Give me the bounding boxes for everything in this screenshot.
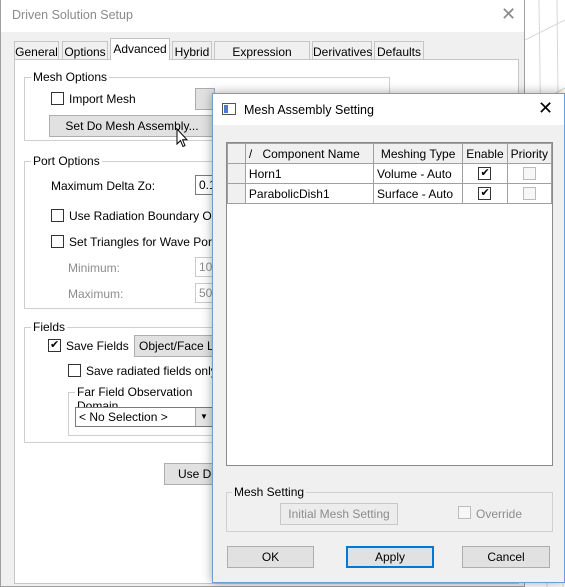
meshing-type-cell[interactable]: Volume - Auto	[373, 163, 464, 184]
component-name-cell[interactable]: ParabolicDish1	[244, 183, 375, 204]
cancel-button[interactable]: Cancel	[462, 546, 550, 568]
row-header[interactable]	[227, 163, 246, 184]
tab-label: Defaults	[376, 45, 422, 59]
enable-cell	[462, 163, 508, 184]
object-face-list-button[interactable]: Object/Face Lis	[134, 335, 216, 357]
save-fields-checkbox[interactable]	[48, 338, 61, 352]
priority-cell	[506, 183, 553, 204]
chevron-down-icon: ▼	[195, 408, 212, 426]
table-row[interactable]: ParabolicDish1 Surface - Auto	[227, 183, 553, 204]
column-header-component-name[interactable]: / Component Name	[244, 143, 375, 164]
driven-solution-setup-titlebar: Driven Solution Setup ✕	[1, 0, 524, 32]
set-triangles-checkbox[interactable]	[51, 235, 64, 248]
mesh-assembly-titlebar: Mesh Assembly Setting ✕	[213, 94, 564, 125]
driven-solution-setup-title: Driven Solution Setup	[12, 8, 133, 22]
tab-expression-cache[interactable]: Expression Cache	[214, 41, 310, 73]
import-mesh-label: Import Mesh	[69, 92, 136, 106]
tab-advanced[interactable]: Advanced	[110, 38, 170, 60]
mesh-dialog-app-icon	[222, 103, 236, 115]
tab-options[interactable]: Options	[62, 41, 108, 60]
enable-checkbox[interactable]	[478, 186, 492, 200]
enable-checkbox[interactable]	[478, 166, 492, 180]
save-radiated-fields-label: Save radiated fields only	[86, 364, 217, 378]
radiation-boundary-checkbox[interactable]	[51, 209, 64, 222]
tab-label: Derivatives	[313, 45, 373, 59]
override-checkbox[interactable]	[458, 506, 471, 519]
port-options-title: Port Options	[31, 154, 102, 168]
close-icon[interactable]: ✕	[501, 4, 516, 24]
mesh-setting-title: Mesh Setting	[232, 485, 307, 499]
far-field-selection-value: < No Selection >	[79, 410, 168, 424]
use-defaults-button[interactable]: Use De	[164, 463, 216, 485]
tab-label: Hybrid	[174, 45, 210, 59]
ok-button[interactable]: OK	[227, 546, 314, 568]
import-mesh-checkbox[interactable]	[51, 92, 64, 105]
mesh-options-title: Mesh Options	[31, 70, 110, 84]
tab-hybrid[interactable]: Hybrid	[172, 41, 212, 60]
initial-mesh-setting-button[interactable]: Initial Mesh Setting	[280, 503, 398, 525]
set-do-mesh-assembly-button[interactable]: Set Do Mesh Assembly...	[49, 115, 215, 137]
priority-cell	[506, 163, 553, 184]
tab-general[interactable]: General	[14, 41, 59, 60]
apply-button[interactable]: Apply	[346, 546, 434, 568]
column-header-priority[interactable]: Priority	[506, 143, 553, 164]
fields-title: Fields	[31, 320, 68, 334]
save-radiated-fields-checkbox[interactable]	[68, 364, 81, 377]
row-header-corner	[227, 143, 246, 164]
table-row[interactable]: Horn1 Volume - Auto	[227, 163, 553, 184]
tab-label: Options	[64, 45, 106, 59]
mesh-assembly-title: Mesh Assembly Setting	[244, 103, 374, 117]
tab-derivatives[interactable]: Derivatives	[312, 41, 372, 60]
priority-checkbox[interactable]	[522, 187, 536, 200]
sort-marker: /	[248, 146, 253, 161]
set-triangles-label: Set Triangles for Wave Port	[69, 235, 216, 249]
mesh-assembly-setting-dialog: Mesh Assembly Setting ✕ / Component Name…	[212, 93, 565, 583]
far-field-selection-dropdown[interactable]: < No Selection > ▼	[75, 407, 213, 427]
max-delta-zo-label: Maximum Delta Zo:	[51, 179, 156, 193]
tab-label: Advanced	[113, 42, 167, 56]
save-fields-label: Save Fields	[66, 339, 129, 353]
column-header-enable[interactable]: Enable	[462, 143, 508, 164]
column-header-label: Component Name	[262, 146, 360, 161]
close-icon[interactable]: ✕	[538, 98, 553, 118]
maximum-label: Maximum:	[68, 287, 124, 301]
priority-checkbox[interactable]	[522, 167, 536, 180]
component-mesh-table: / Component Name Meshing Type Enable Pri…	[226, 142, 553, 466]
mouse-pointer-icon	[176, 127, 189, 151]
meshing-type-cell[interactable]: Surface - Auto	[373, 183, 464, 204]
minimum-label: Minimum:	[68, 261, 121, 275]
table-header-row: / Component Name Meshing Type Enable Pri…	[227, 143, 553, 164]
tab-defaults[interactable]: Defaults	[374, 41, 424, 60]
row-header[interactable]	[227, 183, 246, 204]
column-header-meshing-type[interactable]: Meshing Type	[373, 143, 464, 164]
component-name-cell[interactable]: Horn1	[244, 163, 375, 184]
tab-label: General	[15, 45, 58, 59]
enable-cell	[462, 183, 508, 204]
override-label: Override	[476, 507, 523, 521]
